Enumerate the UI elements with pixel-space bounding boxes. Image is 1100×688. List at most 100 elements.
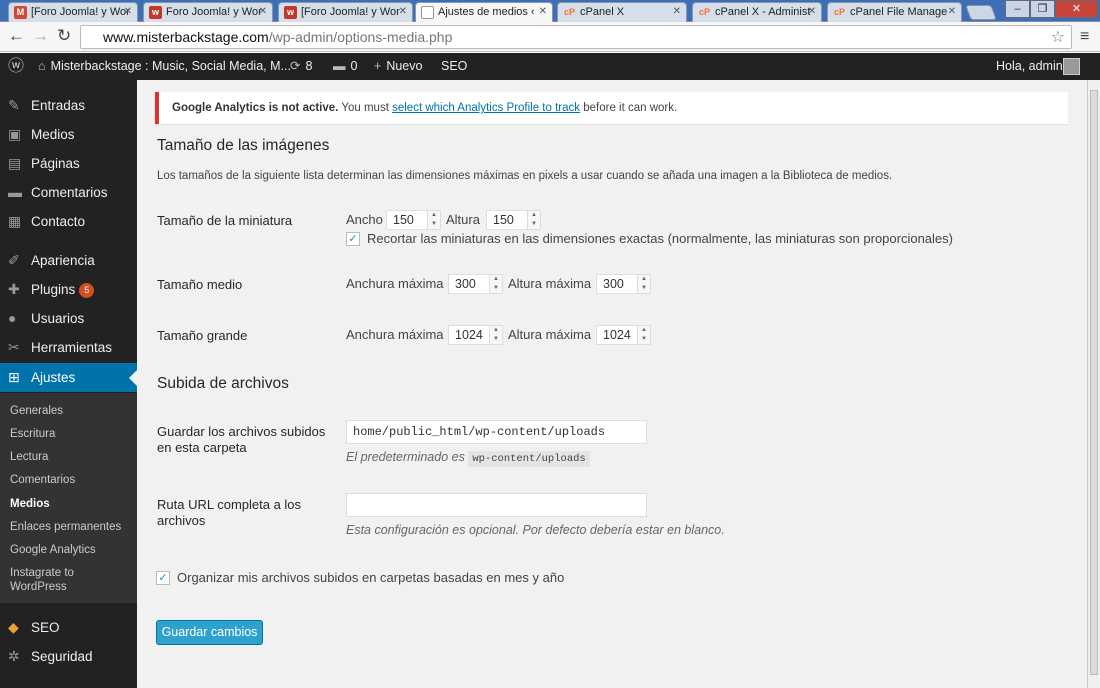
notice-bold: Google Analytics is not active. [172, 102, 339, 114]
notice-text: You must [341, 102, 389, 114]
medium-width-input[interactable]: 300 ▲ ▼ [448, 274, 503, 294]
close-tab-icon[interactable]: ✕ [259, 6, 267, 17]
thumbnail-height-input[interactable]: 150 ▲ ▼ [486, 210, 541, 230]
save-changes-button[interactable]: Guardar cambios [156, 620, 263, 645]
upload-url-label: Ruta URL completa a los archivos [157, 497, 302, 528]
plugins-update-badge: 5 [79, 283, 95, 298]
upload-folder-input[interactable]: home/public_html/wp-content/uploads [346, 420, 647, 444]
media-icon: ▣ [8, 126, 22, 142]
analytics-profile-link[interactable]: select which Analytics Profile to track [392, 102, 580, 114]
admin-sidebar: ✎ Entradas ▣ Medios ▤ Páginas ▬ Comentarios … [0, 80, 137, 688]
submenu-item-comentarios[interactable]: Comentarios [10, 473, 130, 487]
browser-menu-icon[interactable]: ≡ [1080, 28, 1089, 46]
organize-by-date-label: Organizar mis archivos subidos en carpet… [177, 570, 565, 585]
browser-tab-active[interactable]: Ajustes de medios ‹ ✕ [415, 2, 553, 22]
updates-link[interactable]: ⟳ 8 [290, 53, 312, 80]
sidebar-item-seguridad[interactable]: ✲ Seguridad [0, 642, 137, 671]
back-icon[interactable]: ← [8, 27, 25, 45]
close-tab-icon[interactable]: ✕ [808, 6, 816, 17]
browser-tab[interactable]: M [Foro Joomla! y Wor ✕ [8, 2, 138, 22]
sidebar-item-ajustes[interactable]: ⊞ Ajustes [0, 363, 137, 392]
spinner-icon[interactable]: ▲ ▼ [527, 211, 540, 229]
sidebar-item-herramientas[interactable]: ✂ Herramientas [0, 333, 137, 362]
tab-title: Foro Joomla! y Wor [166, 6, 262, 18]
submenu-item-enlaces-permanentes[interactable]: Enlaces permanentes [10, 520, 130, 534]
sidebar-item-contacto[interactable]: ▦ Contacto [0, 207, 137, 236]
close-tab-icon[interactable]: ✕ [673, 6, 681, 17]
reload-icon[interactable]: ↻ [57, 27, 71, 45]
scrollbar-thumb[interactable] [1090, 90, 1098, 675]
seo-link[interactable]: SEO [441, 53, 467, 80]
large-height-input[interactable]: 1024 ▲ ▼ [596, 325, 651, 345]
spinner-icon[interactable]: ▲ ▼ [637, 275, 650, 293]
contact-icon: ▦ [8, 213, 22, 229]
close-tab-icon[interactable]: ✕ [399, 6, 407, 17]
new-content-link[interactable]: + Nuevo [374, 53, 422, 80]
medium-height-input[interactable]: 300 ▲ ▼ [596, 274, 651, 294]
minimize-window-button[interactable]: – [1005, 0, 1030, 18]
browser-toolbar: ← → ↻ www.misterbackstage.com/wp-admin/o… [0, 22, 1100, 52]
thumbnail-height-value: 150 [493, 213, 514, 227]
new-tab-button[interactable] [965, 5, 997, 20]
hint-text: El predeterminado es [346, 450, 465, 464]
thumbnail-width-input[interactable]: 150 ▲ ▼ [386, 210, 441, 230]
wordpress-logo-icon[interactable]: ⓦ [8, 53, 24, 80]
image-sizes-heading: Tamaño de las imágenes [157, 137, 330, 154]
tools-icon: ✂ [8, 339, 20, 355]
sidebar-item-plugins[interactable]: ✚ Plugins 5 [0, 275, 137, 304]
close-tab-icon[interactable]: ✕ [539, 6, 547, 17]
sidebar-item-comentarios[interactable]: ▬ Comentarios [0, 178, 137, 207]
crop-thumbnails-checkbox[interactable]: ✓ [346, 232, 360, 246]
comments-link[interactable]: ▬ 0 [333, 53, 357, 80]
large-width-input[interactable]: 1024 ▲ ▼ [448, 325, 503, 345]
spinner-icon[interactable]: ▲ ▼ [489, 326, 502, 344]
updates-count: 8 [305, 59, 313, 73]
vertical-scrollbar[interactable] [1087, 80, 1100, 688]
thumbnail-size-label: Tamaño de la miniatura [157, 213, 293, 228]
sidebar-item-entradas[interactable]: ✎ Entradas [0, 91, 137, 120]
browser-tab[interactable]: cP cPanel X ✕ [557, 2, 687, 22]
browser-tab[interactable]: cP cPanel File Manage ✕ [827, 2, 962, 22]
bookmark-star-icon[interactable]: ☆ [1051, 27, 1065, 49]
avatar[interactable] [1063, 58, 1080, 75]
medium-height-value: 300 [603, 277, 624, 291]
medium-width-value: 300 [455, 277, 476, 291]
sidebar-item-label: Comentarios [31, 185, 108, 200]
submenu-item-google-analytics[interactable]: Google Analytics [10, 543, 130, 557]
address-bar[interactable]: www.misterbackstage.com/wp-admin/options… [80, 25, 1072, 49]
sidebar-item-paginas[interactable]: ▤ Páginas [0, 149, 137, 178]
upload-folder-hint: El predeterminado es wp-content/uploads [346, 450, 590, 467]
sidebar-item-medios[interactable]: ▣ Medios [0, 120, 137, 149]
spinner-icon[interactable]: ▲ ▼ [489, 275, 502, 293]
close-tab-icon[interactable]: ✕ [948, 6, 956, 17]
cpanel-icon: cP [563, 7, 575, 17]
sidebar-item-label: Apariencia [31, 253, 95, 268]
submenu-item-instagrate[interactable]: Instagrate to WordPress [10, 566, 130, 594]
upload-url-input[interactable] [346, 493, 647, 517]
spinner-icon[interactable]: ▲ ▼ [427, 211, 440, 229]
sidebar-item-apariencia[interactable]: ✐ Apariencia [0, 246, 137, 275]
close-tab-icon[interactable]: ✕ [124, 6, 132, 17]
spinner-icon[interactable]: ▲ ▼ [637, 326, 650, 344]
sidebar-item-usuarios[interactable]: ● Usuarios [0, 304, 137, 333]
sidebar-item-label: SEO [31, 620, 60, 635]
cpanel-icon: cP [698, 7, 710, 17]
submenu-item-lectura[interactable]: Lectura [10, 450, 130, 464]
account-link[interactable]: Hola, admin [996, 53, 1063, 80]
browser-tab[interactable]: w Foro Joomla! y Wor ✕ [143, 2, 273, 22]
plugins-icon: ✚ [8, 281, 20, 297]
submenu-item-generales[interactable]: Generales [10, 404, 130, 418]
submenu-item-medios[interactable]: Medios [10, 497, 130, 511]
forward-icon[interactable]: → [32, 27, 49, 45]
browser-tab[interactable]: w [Foro Joomla! y Wor ✕ [278, 2, 413, 22]
browser-tab[interactable]: cP cPanel X - Administ ✕ [692, 2, 822, 22]
submenu-item-escritura[interactable]: Escritura [10, 427, 130, 441]
large-max-height-label: Altura máxima [508, 327, 592, 342]
security-icon: ✲ [8, 648, 20, 664]
close-window-button[interactable]: ✕ [1055, 0, 1098, 18]
maximize-window-button[interactable]: ❐ [1030, 0, 1055, 18]
sidebar-item-seo[interactable]: ◆ SEO [0, 613, 137, 642]
organize-by-date-checkbox[interactable]: ✓ [156, 571, 170, 585]
large-height-value: 1024 [603, 328, 631, 342]
site-name-link[interactable]: ⌂ Misterbackstage : Music, Social Media, … [38, 53, 291, 80]
